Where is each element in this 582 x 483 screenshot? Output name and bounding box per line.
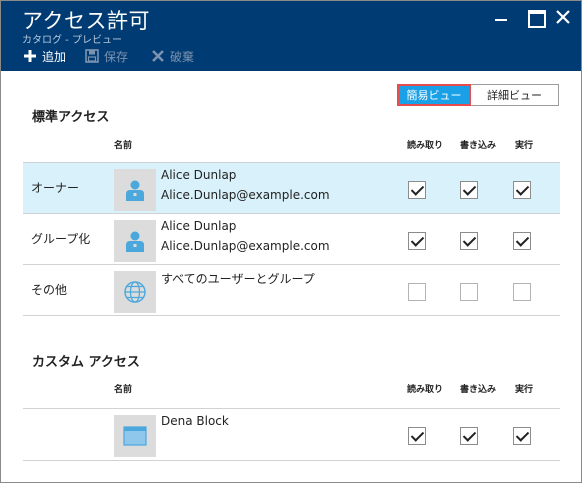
table-row-owner[interactable]: オーナー Alice Dunlap Alice.Dunlap@example.c… [23,162,560,213]
column-header-name: 名前 [114,141,133,151]
standard-access-heading: 標準アクセス [32,110,110,125]
table-row-custom[interactable]: Dena Block [23,408,560,460]
column-header-write: 書き込み [460,141,497,151]
permissions-blade: アクセス許可 カタログ - プレビュー 追加 保存 破棄 簡易ビュー 詳細ビュー [0,0,582,483]
column-header-execute: 実行 [515,141,534,151]
save-icon [85,49,99,63]
write-checkbox[interactable] [460,181,478,199]
add-label: 追加 [42,49,67,64]
read-checkbox[interactable] [408,427,426,445]
x-icon [152,50,164,62]
table-row-other[interactable]: その他 すべてのユーザーとグループ [23,264,560,315]
save-button[interactable]: 保存 [85,45,128,67]
avatar [114,220,156,262]
blade-subtitle: カタログ - プレビュー [22,35,122,46]
detail-view-button[interactable]: 詳細ビュー [471,84,559,106]
execute-checkbox[interactable] [513,427,531,445]
column-header-read: 読み取り [407,385,444,395]
read-checkbox[interactable] [408,181,426,199]
avatar [114,271,156,313]
user-icon [126,231,144,252]
user-name: Alice Dunlap [161,168,237,182]
write-checkbox[interactable] [460,427,478,445]
simple-view-button[interactable]: 簡易ビュー [397,84,471,106]
read-checkbox[interactable] [408,232,426,250]
avatar [114,169,156,211]
globe-icon [124,281,146,303]
view-toggle: 簡易ビュー 詳細ビュー [397,84,559,106]
column-header-execute: 実行 [515,385,534,395]
discard-label: 破棄 [170,49,195,64]
user-name: Alice Dunlap [161,219,237,233]
add-button[interactable]: 追加 [23,45,66,67]
row-label: オーナー [31,181,80,195]
read-checkbox[interactable] [408,283,426,301]
user-email: Alice.Dunlap@example.com [161,239,330,253]
title-bar: アクセス許可 カタログ - プレビュー 追加 保存 破棄 [1,1,581,71]
row-label: その他 [31,283,68,297]
discard-button[interactable]: 破棄 [151,45,194,67]
custom-access-heading: カスタム アクセス [32,355,140,370]
minimize-icon[interactable] [491,7,511,27]
divider [23,460,560,461]
row-label: グループ化 [31,232,91,246]
user-name: Dena Block [161,414,229,428]
avatar [114,415,156,457]
execute-checkbox[interactable] [513,232,531,250]
column-header-name: 名前 [114,385,133,395]
save-label: 保存 [104,49,129,64]
everyone-label: すべてのユーザーとグループ [161,272,315,286]
execute-checkbox[interactable] [513,283,531,301]
user-icon [126,180,144,201]
column-header-read: 読み取り [407,141,444,151]
maximize-icon[interactable] [525,7,546,28]
window-icon [123,426,147,446]
plus-icon [24,50,36,62]
write-checkbox[interactable] [460,232,478,250]
command-bar: 追加 保存 破棄 [1,45,581,67]
close-icon[interactable] [553,7,573,27]
user-email: Alice.Dunlap@example.com [161,188,330,202]
table-row-group[interactable]: グループ化 Alice Dunlap Alice.Dunlap@example.… [23,213,560,264]
execute-checkbox[interactable] [513,181,531,199]
column-header-write: 書き込み [460,385,497,395]
write-checkbox[interactable] [460,283,478,301]
divider [23,315,560,316]
